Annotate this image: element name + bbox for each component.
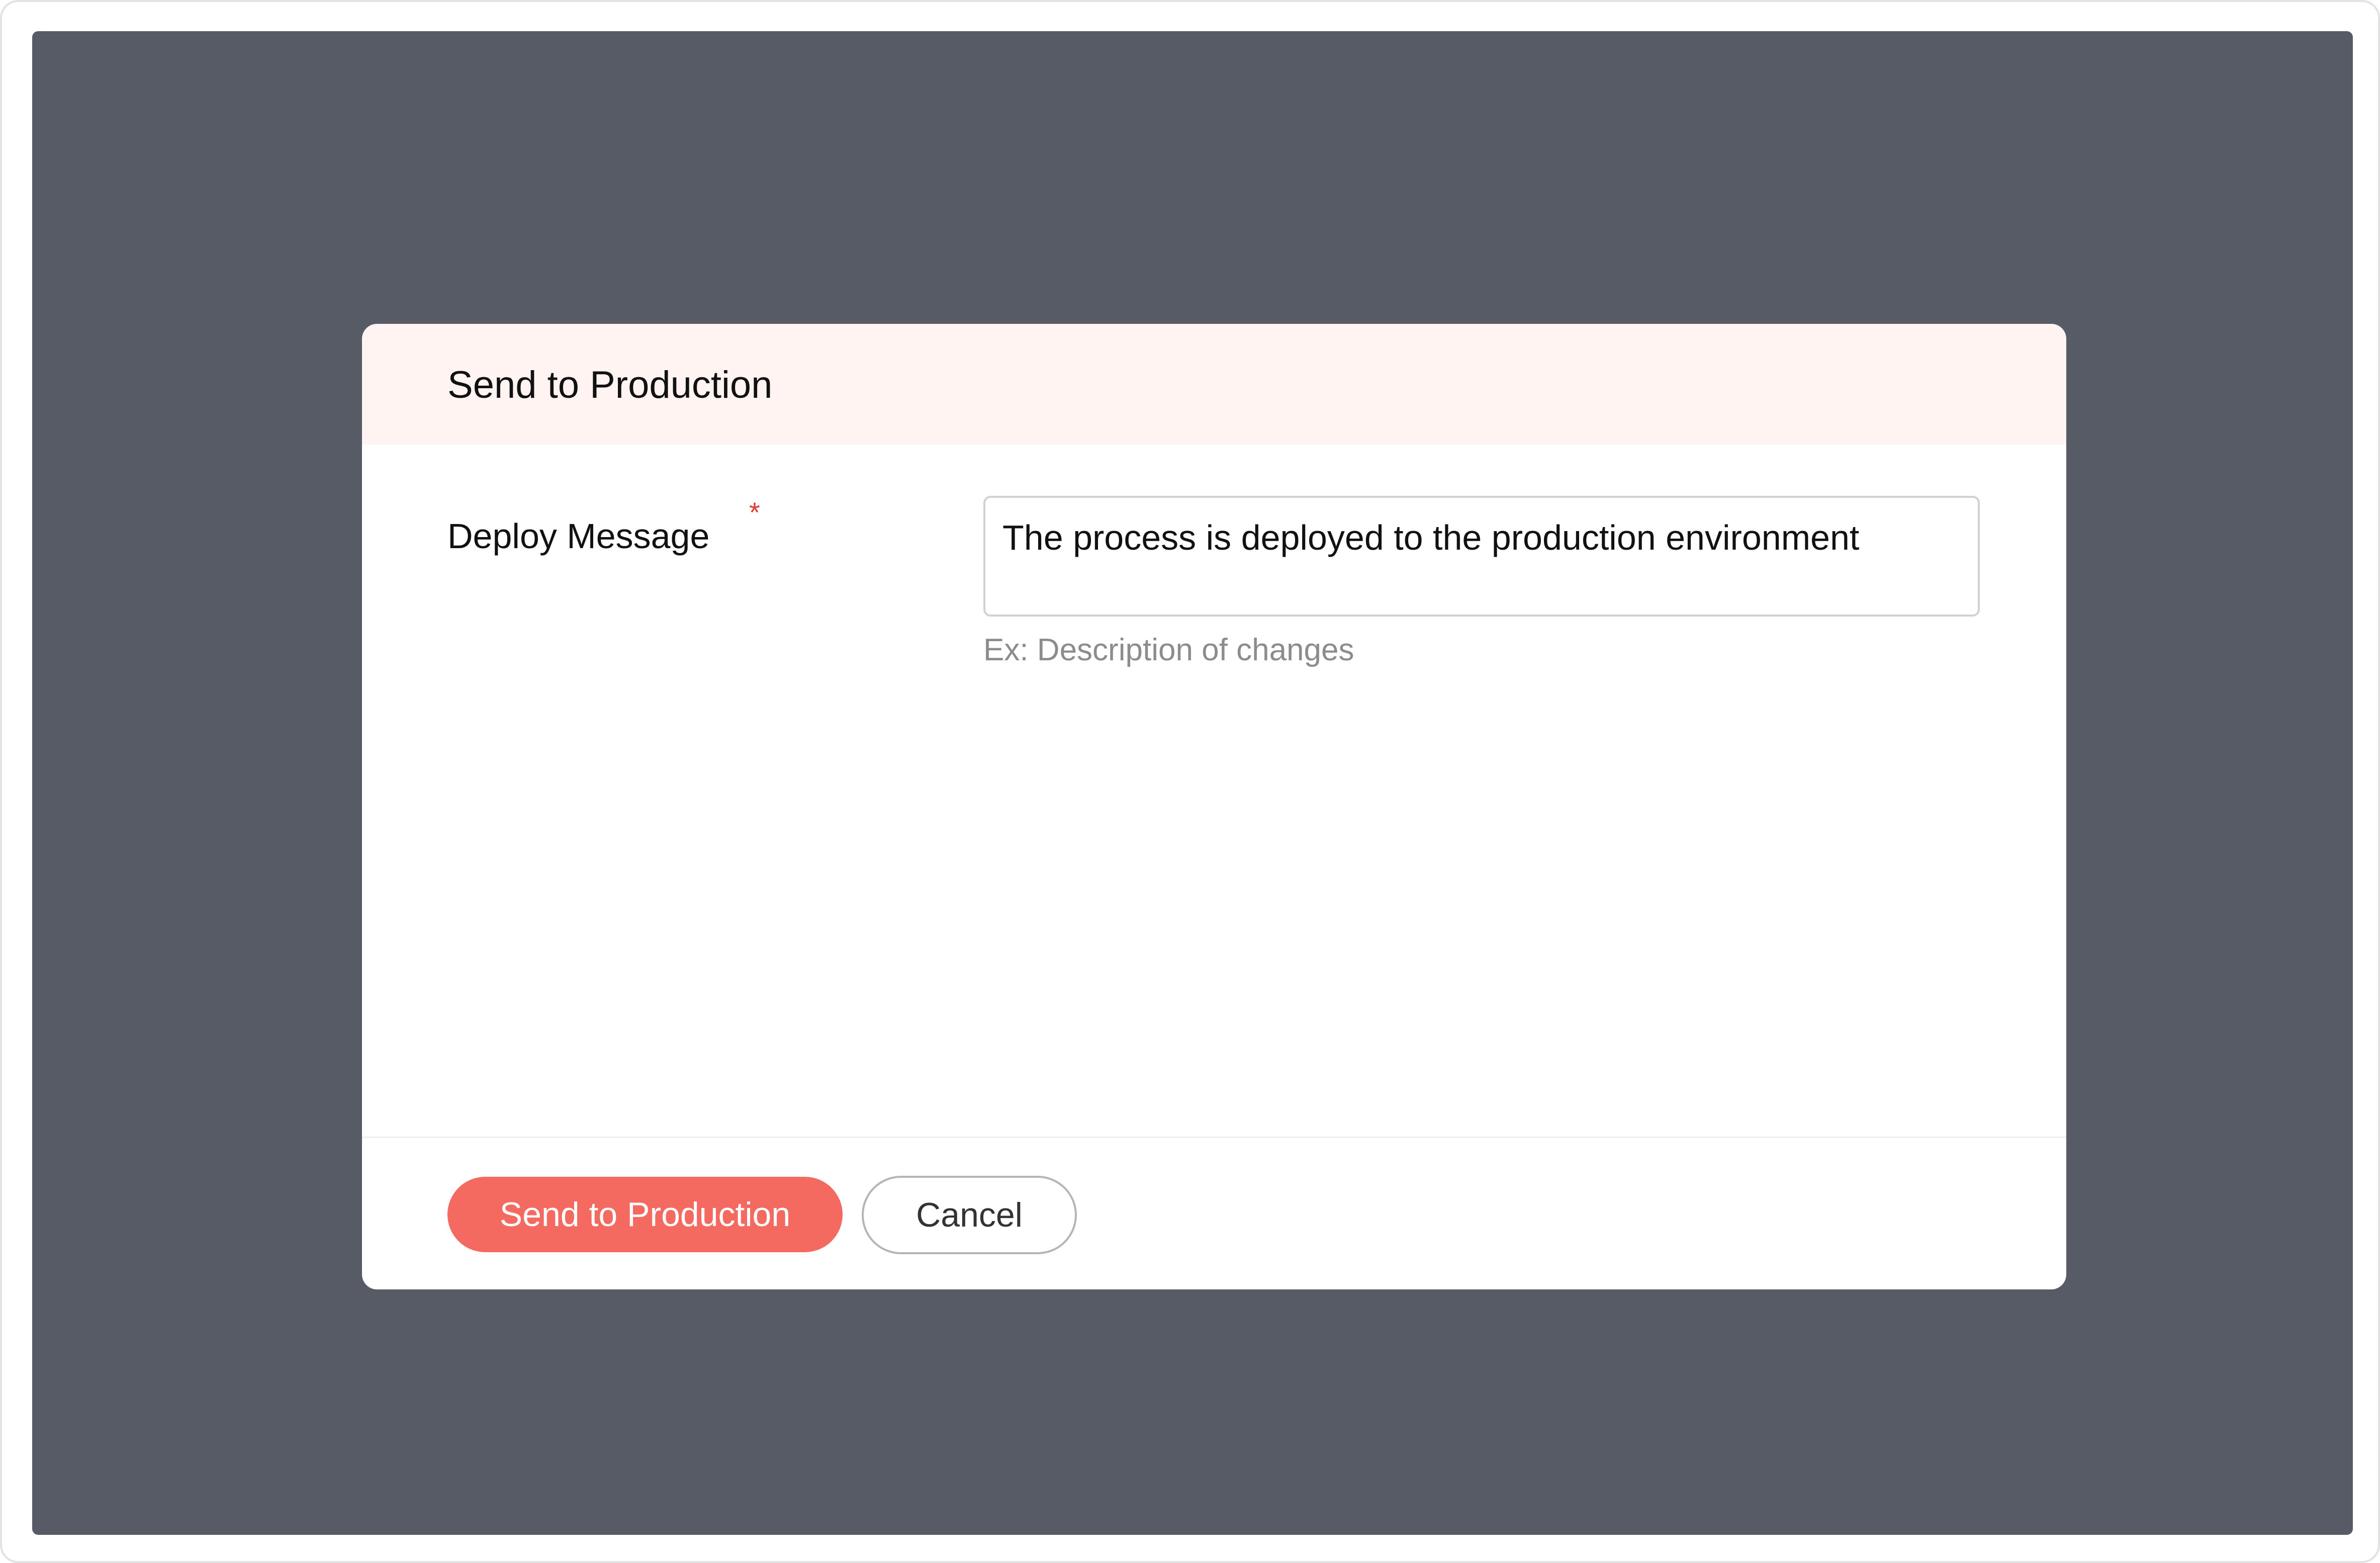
- modal-overlay: Send to Production Deploy Message * The …: [32, 31, 2353, 1535]
- cancel-button[interactable]: Cancel: [862, 1176, 1077, 1254]
- deploy-message-label: Deploy Message: [447, 516, 710, 556]
- required-asterisk: *: [749, 496, 760, 528]
- dialog-header: Send to Production: [362, 324, 2066, 445]
- deploy-message-input[interactable]: The process is deployed to the productio…: [983, 496, 1980, 617]
- send-to-production-dialog: Send to Production Deploy Message * The …: [362, 324, 2066, 1289]
- send-to-production-button[interactable]: Send to Production: [447, 1177, 843, 1252]
- deploy-message-hint: Ex: Description of changes: [983, 633, 1354, 667]
- footer-divider: [362, 1137, 2066, 1138]
- window-frame: Send to Production Deploy Message * The …: [0, 0, 2380, 1563]
- dialog-title: Send to Production: [447, 364, 773, 406]
